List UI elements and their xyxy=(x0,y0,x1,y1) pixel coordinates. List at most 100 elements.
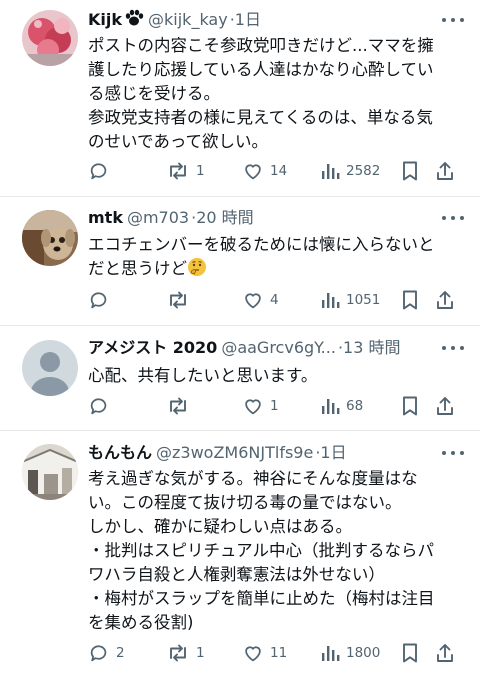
text-line: ポストの内容こそ参政党叩きだけど...ママを擁 xyxy=(88,36,434,55)
bookmark-button[interactable] xyxy=(400,393,420,419)
repost-button[interactable]: 1 xyxy=(166,158,205,184)
handle[interactable]: @m703 xyxy=(127,208,189,227)
reply-button[interactable] xyxy=(88,158,116,184)
views-icon xyxy=(320,289,340,311)
heart-icon xyxy=(242,289,264,311)
share-button[interactable] xyxy=(434,640,456,666)
avatar[interactable] xyxy=(22,340,78,396)
more-icon[interactable] xyxy=(438,206,468,230)
repost-count: 1 xyxy=(196,163,205,179)
action-bar: 4 1051 xyxy=(88,287,462,313)
views-button[interactable]: 1051 xyxy=(320,287,380,313)
timestamp[interactable]: 1日 xyxy=(235,10,261,29)
repost-button[interactable]: 1 xyxy=(166,640,205,666)
timestamp[interactable]: 1日 xyxy=(320,443,346,462)
like-count: 1 xyxy=(270,398,279,414)
heart-icon xyxy=(242,642,264,664)
share-icon xyxy=(434,642,456,664)
reply-icon xyxy=(88,160,110,182)
views-count: 1051 xyxy=(346,292,381,308)
post-header: mtk @m703·20 時間 xyxy=(88,206,430,230)
share-icon xyxy=(434,160,456,182)
post-amethyst[interactable]: アメジスト 2020 @aaGrcv6gY... ·13 時間 心配、共有したいと思… xyxy=(0,326,480,430)
text-line: ・梅村がスラップを簡単に止めた（梅村は注目 xyxy=(88,589,435,608)
views-icon xyxy=(320,160,340,182)
like-button[interactable]: 1 xyxy=(242,393,279,419)
share-button[interactable] xyxy=(434,393,456,419)
post-mtk[interactable]: mtk @m703·20 時間 エコチェンバーを破るためには懐に入らないと だと思… xyxy=(0,197,480,326)
repost-icon xyxy=(166,289,190,311)
reply-button[interactable]: 2 xyxy=(88,640,125,666)
text-line: る感じを受ける。 xyxy=(88,84,220,103)
avatar[interactable] xyxy=(22,10,78,66)
like-button[interactable]: 14 xyxy=(242,158,287,184)
text-line: ワハラ自殺と人権剥奪憲法は外せない） xyxy=(88,565,385,584)
bookmark-button[interactable] xyxy=(400,640,420,666)
more-icon[interactable] xyxy=(438,8,468,32)
post-text: ポストの内容こそ参政党叩きだけど...ママを擁 護したり応援している人達はかなり… xyxy=(88,34,462,154)
share-icon xyxy=(434,289,456,311)
views-count: 1800 xyxy=(346,645,381,661)
repost-button[interactable] xyxy=(166,393,196,419)
action-bar: 1 68 xyxy=(88,393,462,419)
heart-icon xyxy=(242,395,264,417)
views-button[interactable]: 1800 xyxy=(320,640,380,666)
text-line: 考え過ぎな気がする。神谷にそんな度量はな xyxy=(88,469,418,488)
repost-icon xyxy=(166,160,190,182)
post-text: 心配、共有したいと思います。 xyxy=(88,364,462,388)
reply-button[interactable] xyxy=(88,393,116,419)
bookmark-button[interactable] xyxy=(400,287,420,313)
reply-button[interactable] xyxy=(88,287,116,313)
bookmark-icon xyxy=(400,395,420,417)
text-line: エコチェンバーを破るためには懐に入らないと xyxy=(88,235,435,254)
reply-count: 2 xyxy=(116,645,125,661)
bookmark-icon xyxy=(400,642,420,664)
like-button[interactable]: 4 xyxy=(242,287,279,313)
like-count: 4 xyxy=(270,292,279,308)
repost-button[interactable] xyxy=(166,287,196,313)
thinking-face-emoji xyxy=(187,257,207,277)
avatar[interactable] xyxy=(22,210,78,266)
like-button[interactable]: 11 xyxy=(242,640,287,666)
avatar[interactable] xyxy=(22,444,78,500)
repost-count: 1 xyxy=(196,645,205,661)
text-line: しかし、確かに疑わしい点はある。 xyxy=(88,517,352,536)
handle[interactable]: @aaGrcv6gY... xyxy=(221,338,336,357)
post-text: 考え過ぎな気がする。神谷にそんな度量はな い。この程度て抜け切る毒の量ではない。… xyxy=(88,467,462,635)
share-button[interactable] xyxy=(434,158,456,184)
handle[interactable]: @z3woZM6NJTlfs9e xyxy=(156,443,313,462)
like-count: 14 xyxy=(270,163,288,179)
timestamp[interactable]: 20 時間 xyxy=(196,208,253,227)
post-header: アメジスト 2020 @aaGrcv6gY... ·13 時間 xyxy=(88,336,430,360)
display-name[interactable]: Kijk xyxy=(88,10,122,29)
repost-icon xyxy=(166,395,190,417)
more-icon[interactable] xyxy=(438,441,468,465)
reply-feed: Kijk @kijk_kay ·1日 ポストの内容こそ参政党叩きだけど...ママを… xyxy=(0,0,480,677)
text-line: ・批判はスピリチュアル中心（批判するならパ xyxy=(88,541,435,560)
text-line: 心配、共有したいと思います。 xyxy=(88,366,318,385)
paw-icon xyxy=(124,9,144,27)
views-button[interactable]: 68 xyxy=(320,393,363,419)
post-monmon[interactable]: もんもん @z3woZM6NJTlfs9e ·1日 考え過ぎな気がする。神谷にそんな… xyxy=(0,431,480,677)
views-button[interactable]: 2582 xyxy=(320,158,380,184)
views-icon xyxy=(320,395,340,417)
handle[interactable]: @kijk_kay xyxy=(148,10,228,29)
action-bar: 1 14 2582 xyxy=(88,158,462,184)
share-button[interactable] xyxy=(434,287,456,313)
more-icon[interactable] xyxy=(438,336,468,360)
timestamp[interactable]: 13 時間 xyxy=(343,338,400,357)
reply-icon xyxy=(88,289,110,311)
text-line: 参政党支持者の様に見えてくるのは、単なる気 xyxy=(88,108,433,127)
repost-icon xyxy=(166,642,190,664)
post-text: エコチェンバーを破るためには懐に入らないと だと思うけど xyxy=(88,233,462,281)
display-name[interactable]: もんもん xyxy=(88,443,152,462)
post-kijk[interactable]: Kijk @kijk_kay ·1日 ポストの内容こそ参政党叩きだけど...ママを… xyxy=(0,0,480,200)
bookmark-icon xyxy=(400,160,420,182)
text-line: い。この程度て抜け切る毒の量ではない。 xyxy=(88,493,402,512)
views-count: 2582 xyxy=(346,163,381,179)
display-name[interactable]: アメジスト 2020 xyxy=(88,338,217,357)
bookmark-button[interactable] xyxy=(400,158,420,184)
display-name[interactable]: mtk xyxy=(88,208,123,227)
text-line: のせいであって欲しい。 xyxy=(88,132,269,151)
text-line-content: だと思うけど xyxy=(88,259,187,278)
